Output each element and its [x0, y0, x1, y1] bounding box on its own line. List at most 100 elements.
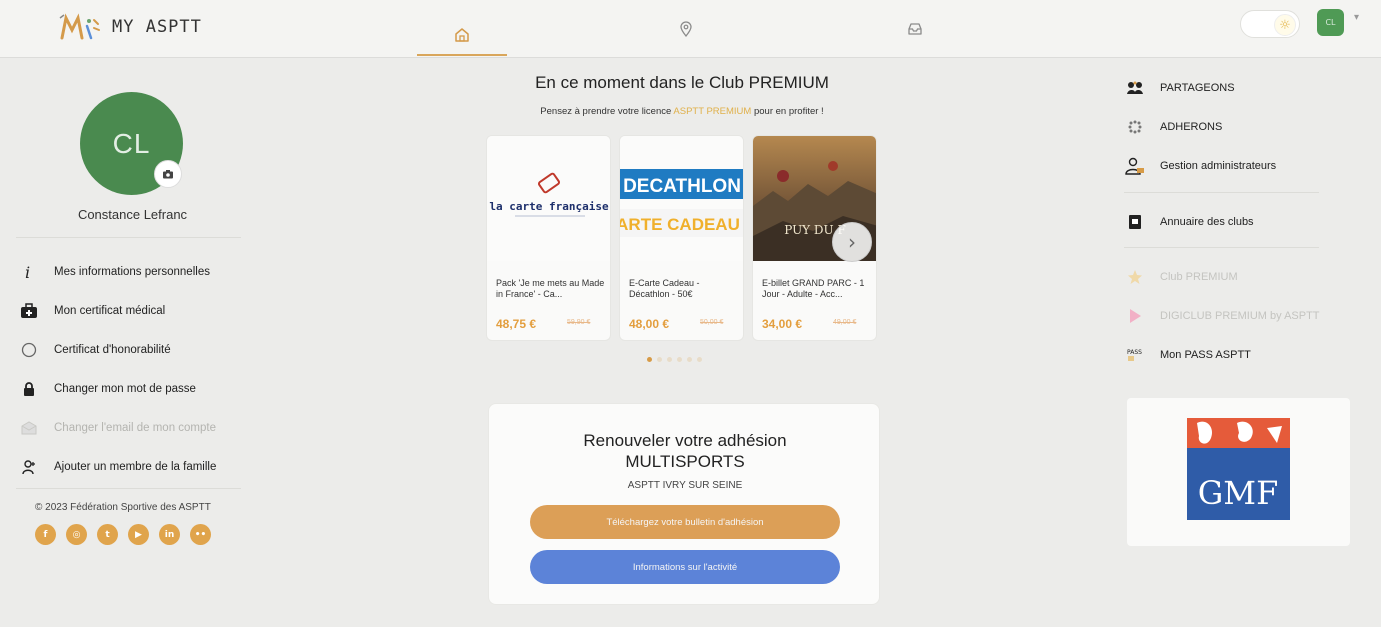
- mail-icon: [18, 417, 40, 439]
- premium-subtitle: Pensez à prendre votre licence ASPTT PRE…: [482, 106, 882, 117]
- circle-icon: [18, 339, 40, 361]
- menu-item-label: Changer mon mot de passe: [54, 382, 196, 395]
- offer-name: E-Carte Cadeau - Décathlon - 50€: [629, 278, 700, 299]
- divider: [16, 237, 241, 238]
- menu-item-partageons[interactable]: PARTAGEONS: [1124, 68, 1324, 107]
- menu-item-label: Mon certificat médical: [54, 304, 166, 317]
- sponsor-banner[interactable]: GMF: [1127, 398, 1350, 546]
- handshake-icon: [1124, 77, 1146, 99]
- renew-title-line: Renouveler votre adhésion: [583, 431, 787, 450]
- chevron-down-icon[interactable]: ▾: [1354, 12, 1359, 23]
- menu-item-label: Club PREMIUM: [1160, 270, 1238, 283]
- medical-bag-icon: [18, 300, 40, 322]
- services-menu: PARTAGEONS ADHERONS Gestion administrate…: [1124, 68, 1324, 185]
- menu-item-club-premium: Club PREMIUM: [1124, 257, 1324, 296]
- svg-text:PASS: PASS: [1127, 349, 1142, 356]
- pass-icon: PASS: [1124, 344, 1146, 366]
- services-menu: Club PREMIUM DIGICLUB PREMIUM by ASPTT P…: [1124, 257, 1324, 374]
- premium-license-link[interactable]: ASPTT PREMIUM: [673, 106, 751, 117]
- carousel-dot[interactable]: [657, 357, 662, 362]
- user-avatar-button[interactable]: CL: [1317, 9, 1344, 36]
- app-logo[interactable]: MY ASPTT: [58, 12, 202, 42]
- carousel-dot[interactable]: [667, 357, 672, 362]
- profile-name: Constance Lefranc: [77, 207, 188, 222]
- menu-item-label: Mes informations personnelles: [54, 265, 210, 278]
- copyright-text: © 2023 Fédération Sportive des ASPTT: [35, 502, 211, 513]
- svg-text:i: i: [25, 264, 30, 280]
- dots-grid-icon: [1124, 116, 1146, 138]
- inbox-icon: [908, 23, 922, 35]
- brand-text: DECATHLON: [623, 176, 741, 197]
- play-icon: [1124, 305, 1146, 327]
- offer-card[interactable]: DECATHLON ARTE CADEAU E-Carte Cadeau - D…: [619, 135, 744, 341]
- offer-card[interactable]: la carte française Pack 'Je me mets au M…: [486, 135, 611, 341]
- offer-old-price: 49,00 €: [833, 319, 857, 326]
- carousel-dot[interactable]: [677, 357, 682, 362]
- offer-price: 34,00 €: [762, 317, 803, 331]
- menu-item-admin-management[interactable]: Gestion administrateurs: [1124, 146, 1324, 185]
- renew-membership-card: Renouveler votre adhésion MULTISPORTS AS…: [488, 403, 880, 605]
- menu-item-label: PARTAGEONS: [1160, 81, 1235, 94]
- instagram-icon[interactable]: ◎: [66, 524, 87, 545]
- menu-item-adherons[interactable]: ADHERONS: [1124, 107, 1324, 146]
- activity-info-button[interactable]: Informations sur l'activité: [530, 550, 840, 584]
- brand-text: ARTE CADEAU: [620, 215, 740, 234]
- download-form-button[interactable]: Téléchargez votre bulletin d'adhésion: [530, 505, 840, 539]
- logo-mark-icon: [58, 12, 102, 42]
- offer-old-price: 59,90 €: [567, 319, 591, 326]
- offer-old-price: 50,00 €: [700, 319, 724, 326]
- menu-item-personal-info[interactable]: i Mes informations personnelles: [18, 252, 258, 291]
- sun-icon: ☼: [1274, 14, 1296, 36]
- menu-item-club-directory[interactable]: Annuaire des clubs: [1124, 202, 1324, 241]
- carousel-dot[interactable]: [647, 357, 652, 362]
- chevron-right-icon: ›: [848, 230, 856, 254]
- book-icon: [1124, 211, 1146, 233]
- menu-item-add-family-member[interactable]: Ajouter un membre de la famille: [18, 447, 258, 486]
- admin-user-icon: [1124, 155, 1146, 177]
- social-links: f ◎ t ▶ in ••: [35, 524, 211, 545]
- menu-item-label: ADHERONS: [1160, 120, 1223, 133]
- change-photo-button[interactable]: [154, 160, 182, 188]
- gmf-text: GMF: [1198, 474, 1279, 512]
- carousel-dot[interactable]: [697, 357, 702, 362]
- divider: [16, 488, 241, 489]
- home-icon: [455, 28, 469, 42]
- carousel-dot[interactable]: [687, 357, 692, 362]
- subtitle-text: Pensez à prendre votre licence: [540, 106, 674, 117]
- divider: [1124, 247, 1319, 248]
- menu-item-digiclub-premium: DIGICLUB PREMIUM by ASPTT: [1124, 296, 1324, 335]
- carousel-dots: [647, 357, 702, 362]
- subtitle-text: pour en profiter !: [751, 106, 824, 117]
- tab-map[interactable]: [641, 16, 731, 42]
- services-menu: Annuaire des clubs: [1124, 202, 1324, 241]
- theme-toggle[interactable]: ☼: [1240, 10, 1300, 38]
- renew-title: Renouveler votre adhésion MULTISPORTS: [489, 430, 881, 472]
- menu-item-pass-asptt[interactable]: PASS Mon PASS ASPTT: [1124, 335, 1324, 374]
- menu-item-medical-certificate[interactable]: Mon certificat médical: [18, 291, 258, 330]
- menu-item-label: Annuaire des clubs: [1160, 215, 1254, 228]
- tab-home[interactable]: [417, 16, 507, 56]
- linkedin-icon[interactable]: in: [159, 524, 180, 545]
- menu-item-label: Ajouter un membre de la famille: [54, 460, 217, 473]
- offer-name: E-billet GRAND PARC - 1 Jour - Adulte - …: [762, 278, 865, 299]
- menu-item-label: Changer l'email de mon compte: [54, 421, 216, 434]
- offer-image: DECATHLON ARTE CADEAU: [620, 136, 743, 261]
- carousel-next-button[interactable]: ›: [832, 222, 872, 262]
- star-icon: [1124, 266, 1146, 288]
- premium-section-title: En ce moment dans le Club PREMIUM: [535, 73, 829, 92]
- info-icon: i: [18, 261, 40, 283]
- user-add-icon: [18, 456, 40, 478]
- menu-item-change-password[interactable]: Changer mon mot de passe: [18, 369, 258, 408]
- menu-item-honorability[interactable]: Certificat d'honorabilité: [18, 330, 258, 369]
- brand-text: la carte française: [489, 200, 609, 213]
- tab-inbox[interactable]: [870, 16, 960, 42]
- camera-icon: [163, 170, 173, 179]
- map-pin-icon: [680, 21, 692, 38]
- youtube-icon[interactable]: ▶: [128, 524, 149, 545]
- offer-name: Pack 'Je me mets au Made in France' - Ca…: [496, 278, 605, 299]
- account-menu: i Mes informations personnelles Mon cert…: [18, 252, 258, 486]
- top-bar: MY ASPTT ☼ CL ▾: [0, 0, 1381, 58]
- twitter-icon[interactable]: t: [97, 524, 118, 545]
- flickr-icon[interactable]: ••: [190, 524, 211, 545]
- facebook-icon[interactable]: f: [35, 524, 56, 545]
